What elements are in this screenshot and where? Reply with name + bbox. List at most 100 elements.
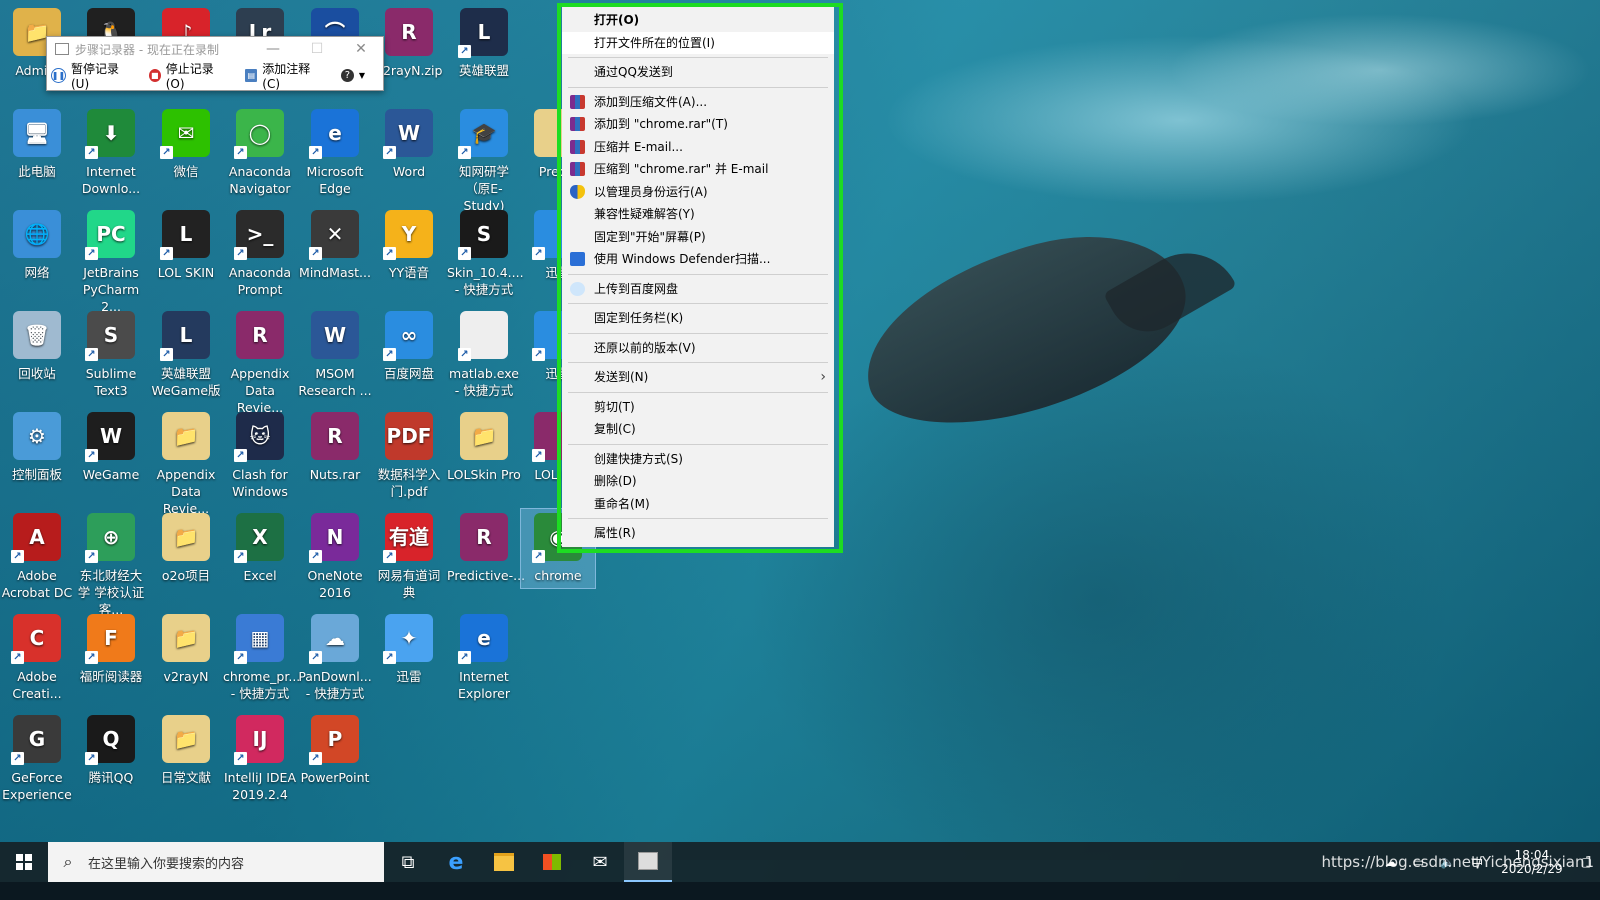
context-menu-item[interactable]: 打开文件所在的位置(I)	[562, 31, 834, 54]
desktop-icon[interactable]: 🎓知网研学（原E-Study)	[447, 105, 521, 218]
context-menu-item[interactable]: 属性(R)	[562, 522, 834, 545]
start-button[interactable]	[0, 842, 48, 882]
desktop-icon[interactable]: W Word	[372, 105, 446, 184]
desktop-icon-label: 英雄联盟 WeGame版	[151, 366, 221, 398]
desktop-icon[interactable]: X Excel	[223, 509, 297, 588]
desktop-icon[interactable]: 有道网易有道词典	[372, 509, 446, 605]
desktop-icon[interactable]: 📁 LOLSkin Pro	[447, 408, 521, 487]
desktop-icon[interactable]: A Adobe Acrobat DC	[0, 509, 74, 605]
desktop-icon[interactable]: IJ IntelliJ IDEA 2019.2.4	[223, 711, 297, 807]
desktop-icon[interactable]: >_ Anaconda Prompt	[223, 206, 297, 302]
app-icon: ◯	[234, 109, 284, 159]
desktop-icon[interactable]: L LOL SKIN	[149, 206, 223, 285]
desktop-icon[interactable]: 🌐 网络	[0, 206, 74, 285]
desktop-icon[interactable]: 📁 Appendix Data Revie...	[149, 408, 223, 521]
context-menu-item[interactable]: 创建快捷方式(S)	[562, 448, 834, 471]
desktop-icon[interactable]: ✉ 微信	[149, 105, 223, 184]
desktop-icon[interactable]: S Sublime Text3	[74, 307, 148, 403]
desktop-icon[interactable]: Y YY语音	[372, 206, 446, 285]
context-menu-item[interactable]: 重命名(M)	[562, 493, 834, 516]
desktop-icon[interactable]: PDF 数据科学入门.pdf	[372, 408, 446, 504]
desktop-icon[interactable]: 📁 v2rayN	[149, 610, 223, 689]
stop-record-button[interactable]: ■ 停止记录(O)	[148, 60, 228, 91]
taskbar-file-explorer[interactable]	[480, 842, 528, 882]
desktop-icon[interactable]: ▦ chrome_pr... - 快捷方式	[223, 610, 300, 706]
context-menu-item-label: 属性(R)	[594, 526, 636, 540]
desktop-icon[interactable]: e Microsoft Edge	[298, 105, 372, 201]
taskbar-mail[interactable]: ✉	[576, 842, 624, 882]
task-view-button[interactable]: ⧉	[384, 842, 432, 882]
context-menu-item[interactable]: 通过QQ发送到	[562, 61, 834, 84]
desktop-icon-label: GeForce Experience	[2, 770, 72, 802]
desktop-icon[interactable]: R Predictive-...	[447, 509, 525, 588]
desktop-icon[interactable]: 📁 日常文献	[149, 711, 223, 790]
desktop-icon[interactable]: ☁ PanDownl... - 快捷方式	[298, 610, 372, 706]
taskbar-steps-recorder[interactable]	[624, 842, 672, 882]
context-menu-item[interactable]: 发送到(N) ›	[562, 366, 834, 389]
desktop-icon[interactable]: R Nuts.rar	[298, 408, 372, 487]
desktop-icon[interactable]: ✕ MindMast...	[298, 206, 372, 285]
desktop-icon[interactable]: ✦ 迅雷	[372, 610, 446, 689]
desktop-icon[interactable]: 🐱 Clash for Windows	[223, 408, 297, 504]
context-menu-item[interactable]: 复制(C)	[562, 418, 834, 441]
app-icon: G	[11, 715, 61, 765]
desktop-icon-wrap: R Predictive-...	[447, 509, 525, 588]
desktop-icon[interactable]: W MSOM Research ...	[298, 307, 372, 403]
taskbar-search-box[interactable]: ⌕ 在这里输入你要搜索的内容	[48, 842, 384, 882]
context-menu-item[interactable]: 打开(O)	[562, 9, 834, 32]
desktop-icon[interactable]: 📁 o2o项目	[149, 509, 223, 588]
steps-recorder-window[interactable]: 步骤记录器 - 现在正在录制 — ☐ ✕ ❚❚ 暂停记录(U) ■ 停止记录(O…	[46, 36, 384, 91]
desktop-icon[interactable]: S Skin_10.4.... - 快捷方式	[447, 206, 524, 302]
desktop-icon[interactable]: 🗑 回收站	[0, 307, 74, 386]
minimize-button[interactable]: —	[251, 41, 295, 57]
desktop-icon[interactable]: C Adobe Creati...	[0, 610, 74, 706]
close-button[interactable]: ✕	[339, 41, 383, 57]
desktop-icon[interactable]: ⊕东北财经大学 学校认证客...	[74, 509, 148, 622]
context-menu-item-label: 添加到压缩文件(A)...	[594, 94, 708, 109]
context-menu-item[interactable]: 上传到百度网盘	[562, 278, 834, 301]
desktop-icon-label: PanDownl... - 快捷方式	[298, 669, 372, 701]
context-menu-item[interactable]: 压缩到 "chrome.rar" 并 E-mail	[562, 158, 834, 181]
context-menu-item[interactable]: 删除(D)	[562, 470, 834, 493]
desktop-icon[interactable]: ⬇ Internet Downlo...	[74, 105, 148, 201]
desktop-icon[interactable]: matlab.exe - 快捷方式	[447, 307, 521, 403]
desktop-icon[interactable]: e Internet Explorer	[447, 610, 521, 706]
context-menu-item[interactable]: 还原以前的版本(V)	[562, 337, 834, 360]
desktop-icon[interactable]: ⚙ 控制面板	[0, 408, 74, 487]
help-button[interactable]: ? ▼	[340, 68, 365, 82]
context-menu-item[interactable]: 添加到压缩文件(A)...	[562, 91, 834, 114]
context-menu-item[interactable]: 压缩并 E-mail...	[562, 136, 834, 159]
desktop-icon[interactable]: R Appendix Data Revie...	[223, 307, 297, 420]
app-icon: R	[460, 513, 508, 561]
desktop-icon[interactable]: 🖥 此电脑	[0, 105, 74, 184]
context-menu-item[interactable]: 固定到任务栏(K)	[562, 307, 834, 330]
pause-record-button[interactable]: ❚❚ 暂停记录(U)	[51, 60, 131, 91]
desktop-icon-wrap: PDF 数据科学入门.pdf	[372, 408, 446, 504]
desktop-icon[interactable]: Q 腾讯QQ	[74, 711, 148, 790]
maximize-button[interactable]: ☐	[295, 41, 339, 57]
desktop-icon[interactable]: L 英雄联盟	[447, 4, 521, 83]
steps-recorder-titlebar[interactable]: 步骤记录器 - 现在正在录制 — ☐ ✕	[47, 37, 383, 61]
desktop-icon-wrap: L 英雄联盟 WeGame版	[149, 307, 223, 403]
desktop-icon[interactable]: F 福昕阅读器	[74, 610, 148, 689]
taskbar-edge[interactable]: e	[432, 842, 480, 882]
desktop-icon[interactable]: W WeGame	[74, 408, 148, 487]
desktop-icon-wrap: W WeGame	[74, 408, 148, 487]
context-menu-item[interactable]: 添加到 "chrome.rar"(T)	[562, 113, 834, 136]
desktop-icon[interactable]: G GeForce Experience	[0, 711, 74, 807]
context-menu-item[interactable]: 使用 Windows Defender扫描...	[562, 248, 834, 271]
context-menu-item[interactable]: 固定到"开始"屏幕(P)	[562, 226, 834, 249]
desktop-icon[interactable]: N OneNote 2016	[298, 509, 372, 605]
context-menu-item[interactable]: 以管理员身份运行(A)	[562, 181, 834, 204]
app-icon: W	[311, 311, 359, 359]
context-menu-item[interactable]: 剪切(T)	[562, 396, 834, 419]
context-menu-item[interactable]: 兼容性疑难解答(Y)	[562, 203, 834, 226]
add-comment-button[interactable]: ▤ 添加注释(C)	[245, 60, 323, 91]
desktop-icon[interactable]: L 英雄联盟 WeGame版	[149, 307, 223, 403]
desktop-icon[interactable]: P PowerPoint	[298, 711, 372, 790]
desktop-icon[interactable]: ∞ 百度网盘	[372, 307, 446, 386]
desktop-icon[interactable]: ◯ Anaconda Navigator	[223, 105, 297, 201]
search-placeholder: 在这里输入你要搜索的内容	[88, 856, 245, 872]
desktop-icon[interactable]: PCJetBrains PyCharm 2...	[74, 206, 148, 319]
taskbar-store[interactable]	[528, 842, 576, 882]
